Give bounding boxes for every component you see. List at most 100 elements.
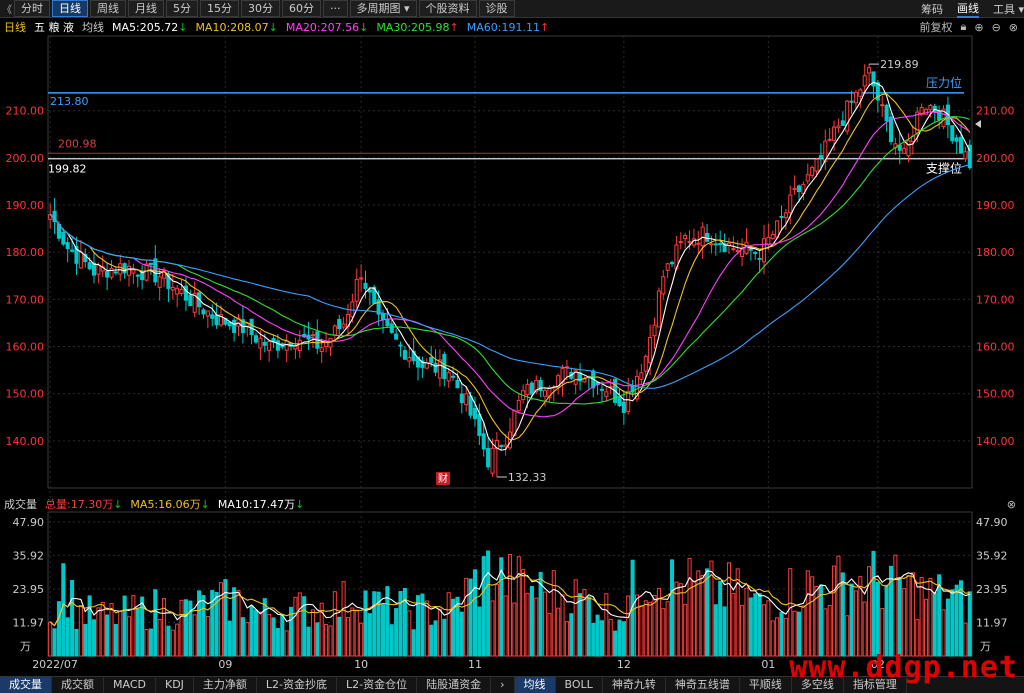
toolbar-right-2[interactable]: 工具 ▾ [993,1,1024,17]
candle-body [959,136,964,154]
indicator-tab-6[interactable]: L2-资金仓位 [337,677,418,693]
volume-bar [521,568,526,657]
candle-body [65,242,70,250]
volume-bar [700,575,705,657]
candle-body [380,313,386,321]
volume-bar [871,550,876,657]
candle-body [880,104,885,107]
volume-bar [888,565,894,657]
indicator-tab-13[interactable]: 平顺线 [740,677,792,693]
period-tab-9[interactable]: 多周期图 ▾ [349,0,417,17]
candle-body [446,372,451,382]
indicator-tab-9[interactable]: 均线 [514,677,556,693]
period-tab-3[interactable]: 月线 [128,0,164,17]
price-pointer-icon [975,120,981,128]
lock-icon[interactable]: 🔒︎ [960,20,966,34]
indicator-tab-1[interactable]: 成交额 [52,677,104,693]
candle-body [779,215,784,218]
volume-bar [78,605,83,657]
volume-bar [748,597,753,657]
volume-bar [801,605,806,657]
volume-bar [639,605,644,657]
volume-bar [140,596,145,657]
volume-bar [407,610,412,657]
period-tab-7[interactable]: 60分 [282,0,321,17]
close-icon[interactable]: ⊗ [1009,21,1018,34]
volume-unit-left: 万 [20,640,31,653]
period-tab-8[interactable]: ··· [323,0,348,17]
volume-bar [643,600,648,657]
volume-bar [661,608,666,657]
ma-legend: MA5:205.72↓ MA10:208.07↓ MA20:207.56↓ MA30:… [112,21,557,34]
period-tab-1[interactable]: 日线 [52,0,88,17]
x-axis-label: 11 [468,658,482,671]
period-tab-2[interactable]: 周线 [90,0,126,17]
indicator-tab-7[interactable]: 陆股通资金 [417,677,492,693]
indicator-tab-11[interactable]: 神奇九转 [603,677,666,693]
candle-body [126,265,132,276]
adjust-mode[interactable]: 前复权 [919,19,952,35]
candle-body [788,194,793,214]
volume-bar [744,587,749,657]
candle-body [792,187,797,191]
indicator-tab-2[interactable]: MACD [104,677,156,693]
price-axis-label-left: 170.00 [6,293,45,306]
price-axis-label-left: 160.00 [6,341,45,354]
candle-body [367,289,372,293]
volume-bar [372,591,377,657]
chart-canvas[interactable]: 210.00 210.00 200.00 200.00 190.00 190.00 180.… [0,0,1024,692]
back-icon[interactable]: 《 [0,1,14,16]
volume-bar [350,607,355,657]
candle-body [950,125,955,142]
volume-bar [534,597,539,657]
indicator-tab-8[interactable]: › [491,677,515,693]
candle-body [394,333,399,340]
volume-bar [595,614,600,657]
period-tab-11[interactable]: 诊股 [478,0,515,17]
volume-ma5-value: MA5:16.06万 [130,498,201,511]
volume-axis-label-left: 11.97 [13,616,45,629]
candle-body [319,347,324,352]
period-tab-0[interactable]: 分时 [14,0,50,17]
candle-body [648,337,653,364]
indicator-tab-3[interactable]: KDJ [156,677,194,693]
candle-body [297,339,302,351]
candle-body [871,71,876,87]
volume-bar [832,565,837,657]
period-tab-4[interactable]: 5分 [166,0,198,17]
toolbar-right-1[interactable]: 画线 [956,0,979,18]
ma-legend-4: MA60:191.11↑ [467,21,549,34]
volume-bar [823,608,828,657]
period-tabs: 分时 日线 周线 月线 5分 15分 30分 60分 ··· 多周期图 ▾ 个股资料 诊股 [14,0,517,17]
period-tab-5[interactable]: 15分 [200,0,239,17]
price-axis-label-right: 180.00 [976,246,1015,259]
candle-body [656,290,661,328]
candle-body [853,91,858,104]
indicator-tab-0[interactable]: 成交量 [0,677,52,693]
indicator-name[interactable]: 均线 [82,19,104,35]
period-tab-10[interactable]: 个股资料 [418,0,477,17]
indicator-tab-12[interactable]: 神奇五线谱 [666,677,740,693]
candle-body [499,444,504,447]
volume-bar [880,608,885,657]
volume-bar [188,600,193,657]
candle-body [267,341,272,351]
volume-bar [967,591,972,657]
toolbar-right-0[interactable]: 筹码 [921,1,943,17]
candle-body [105,271,110,278]
x-axis-label: 01 [761,658,775,671]
indicator-tab-10[interactable]: BOLL [556,677,603,693]
indicator-tab-4[interactable]: 主力净额 [194,677,257,693]
volume-bar [945,598,950,657]
plus-icon[interactable]: ⊕ [974,21,983,34]
candle-body [770,234,775,240]
minus-icon[interactable]: ⊖ [992,21,1001,34]
candle-body [205,310,210,317]
volume-bar [556,607,561,657]
ma-legend-value: MA20:207.56 [285,20,360,34]
volume-bar [578,593,583,657]
indicator-tab-5[interactable]: L2-资金抄底 [257,677,338,693]
period-tab-6[interactable]: 30分 [241,0,280,17]
close-icon[interactable]: ⊗ [1007,498,1016,511]
volume-bar [284,630,289,657]
